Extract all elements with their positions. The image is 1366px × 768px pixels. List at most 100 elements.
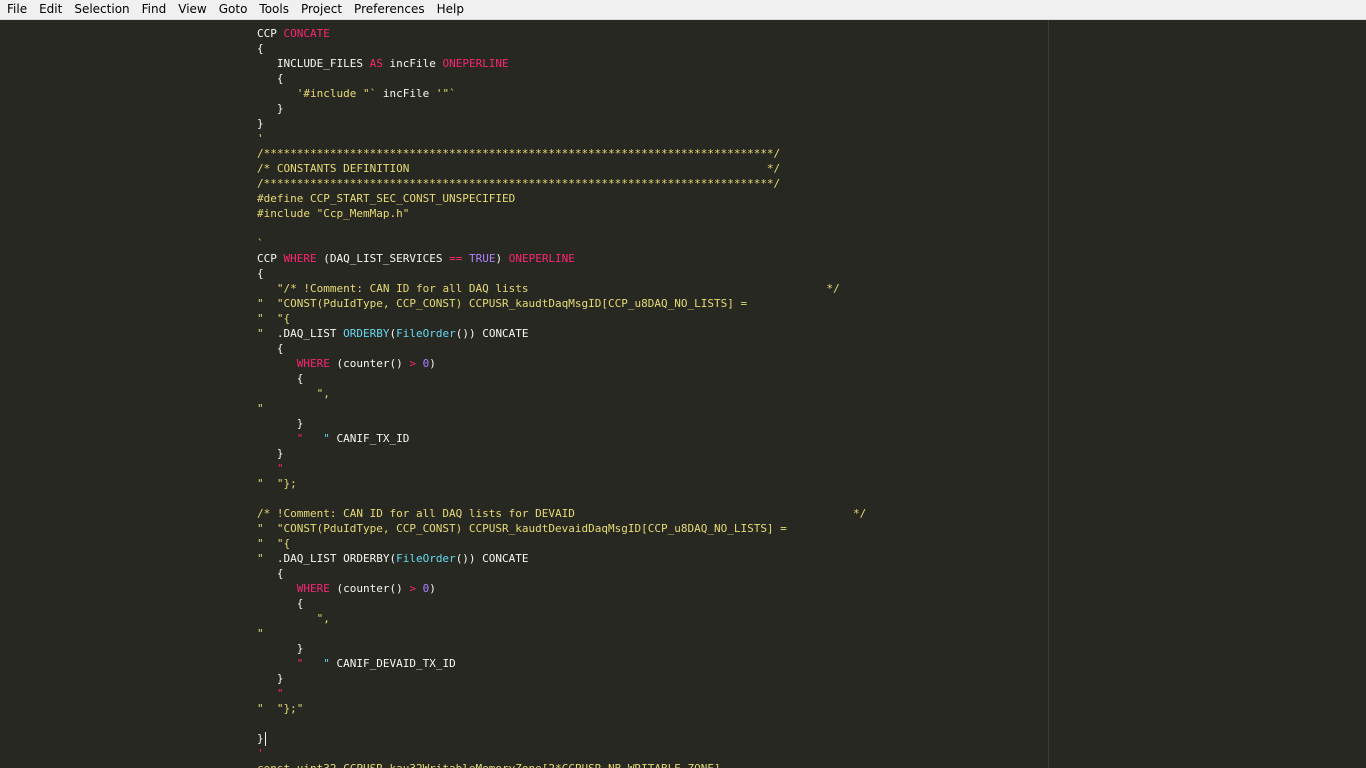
code-line[interactable]: { bbox=[257, 341, 866, 356]
code-line[interactable]: { bbox=[257, 266, 866, 281]
menu-goto[interactable]: Goto bbox=[213, 0, 254, 19]
code-token: AS bbox=[369, 57, 383, 70]
menu-edit[interactable]: Edit bbox=[33, 0, 68, 19]
code-line[interactable]: /***************************************… bbox=[257, 146, 866, 161]
code-token: " "{ bbox=[257, 537, 291, 550]
code-token: " "}; bbox=[257, 477, 297, 490]
code-token: (DAQ_LIST_SERVICES bbox=[316, 252, 450, 265]
code-line[interactable]: /***************************************… bbox=[257, 176, 866, 191]
menu-preferences[interactable]: Preferences bbox=[348, 0, 431, 19]
code-token: } bbox=[257, 732, 264, 745]
code-line[interactable]: " "};" bbox=[257, 701, 866, 716]
code-token: " "{ bbox=[257, 312, 291, 325]
menu-file[interactable]: File bbox=[0, 0, 33, 19]
code-token: { bbox=[257, 42, 264, 55]
code-line[interactable]: { bbox=[257, 371, 866, 386]
code-token: ) bbox=[429, 582, 436, 595]
code-line[interactable]: { bbox=[257, 41, 866, 56]
code-token: TRUE bbox=[468, 252, 496, 265]
code-line[interactable]: { bbox=[257, 566, 866, 581]
menu-selection[interactable]: Selection bbox=[68, 0, 135, 19]
code-line[interactable]: CCP WHERE (DAQ_LIST_SERVICES == TRUE) ON… bbox=[257, 251, 866, 266]
code-line[interactable]: " "CONST(PduIdType, CCP_CONST) CCPUSR_ka… bbox=[257, 521, 866, 536]
code-token: " bbox=[323, 657, 330, 670]
code-text[interactable]: CCP CONCATE{ INCLUDE_FILES AS incFile ON… bbox=[257, 26, 866, 768]
code-line[interactable]: /* !Comment: CAN ID for all DAQ lists fo… bbox=[257, 506, 866, 521]
menu-view[interactable]: View bbox=[172, 0, 212, 19]
code-line[interactable]: } bbox=[257, 101, 866, 116]
code-line[interactable]: " "{ bbox=[257, 536, 866, 551]
code-token: " bbox=[257, 552, 264, 565]
code-line[interactable]: "/* !Comment: CAN ID for all DAQ lists *… bbox=[257, 281, 866, 296]
code-line[interactable]: ", bbox=[257, 386, 866, 401]
code-line[interactable]: { bbox=[257, 71, 866, 86]
code-token: ' bbox=[257, 132, 264, 145]
code-line[interactable]: { bbox=[257, 596, 866, 611]
code-line[interactable]: WHERE (counter() > 0) bbox=[257, 356, 866, 371]
code-token: " bbox=[276, 687, 284, 700]
code-line[interactable]: const uint32 CCPUSR_kau32WritableMemoryZ… bbox=[257, 761, 866, 768]
code-line[interactable]: /* CONSTANTS DEFINITION */ bbox=[257, 161, 866, 176]
code-line[interactable] bbox=[257, 221, 866, 236]
code-line[interactable]: } bbox=[257, 446, 866, 461]
code-line[interactable] bbox=[257, 716, 866, 731]
code-token: '"` bbox=[435, 87, 456, 100]
code-line[interactable]: " bbox=[257, 461, 866, 476]
code-token: CANIF_TX_ID bbox=[329, 432, 410, 445]
code-line[interactable]: " "{ bbox=[257, 311, 866, 326]
code-token: " "};" bbox=[257, 702, 304, 715]
code-token: } bbox=[257, 102, 284, 115]
code-token: /***************************************… bbox=[257, 147, 781, 160]
code-token: incFile bbox=[382, 57, 443, 70]
code-token: ()) CONCATE bbox=[455, 552, 529, 565]
code-line[interactable]: " bbox=[257, 686, 866, 701]
code-line[interactable]: " " CANIF_TX_ID bbox=[257, 431, 866, 446]
code-line[interactable]: " .DAQ_LIST ORDERBY(FileOrder()) CONCATE bbox=[257, 326, 866, 341]
code-line[interactable]: } bbox=[257, 641, 866, 656]
code-line[interactable]: " bbox=[257, 626, 866, 641]
code-line[interactable]: ' bbox=[257, 131, 866, 146]
code-line[interactable]: " "}; bbox=[257, 476, 866, 491]
code-token: " "CONST(PduIdType, CCP_CONST) CCPUSR_ka… bbox=[257, 297, 748, 310]
code-token: #include "Ccp_MemMap.h" bbox=[257, 207, 410, 220]
menu-help[interactable]: Help bbox=[431, 0, 470, 19]
code-line[interactable] bbox=[257, 491, 866, 506]
code-line[interactable]: } bbox=[257, 671, 866, 686]
code-line[interactable]: INCLUDE_FILES AS incFile ONEPERLINE bbox=[257, 56, 866, 71]
code-line[interactable]: " bbox=[257, 401, 866, 416]
code-line[interactable]: " .DAQ_LIST ORDERBY(FileOrder()) CONCATE bbox=[257, 551, 866, 566]
code-token: > bbox=[409, 582, 416, 595]
code-line[interactable]: ", bbox=[257, 611, 866, 626]
code-line[interactable]: } bbox=[257, 116, 866, 131]
code-token: FileOrder bbox=[396, 552, 456, 565]
code-token: ONEPERLINE bbox=[442, 57, 509, 70]
code-editor[interactable]: CCP CONCATE{ INCLUDE_FILES AS incFile ON… bbox=[0, 20, 1366, 768]
code-token: } bbox=[257, 117, 264, 130]
menu-find[interactable]: Find bbox=[136, 0, 173, 19]
code-token: " bbox=[276, 462, 284, 475]
text-cursor bbox=[264, 732, 266, 746]
code-line[interactable]: ` bbox=[257, 236, 866, 251]
code-line[interactable]: #define CCP_START_SEC_CONST_UNSPECIFIED bbox=[257, 191, 866, 206]
code-line[interactable]: ' bbox=[257, 746, 866, 761]
code-token: incFile bbox=[376, 87, 436, 100]
menu-project[interactable]: Project bbox=[295, 0, 348, 19]
menu-tools[interactable]: Tools bbox=[253, 0, 295, 19]
code-token: { bbox=[257, 342, 284, 355]
code-token: ) bbox=[495, 252, 509, 265]
code-line[interactable]: #include "Ccp_MemMap.h" bbox=[257, 206, 866, 221]
code-line[interactable]: } bbox=[257, 416, 866, 431]
code-line[interactable]: CCP CONCATE bbox=[257, 26, 866, 41]
code-line[interactable]: } bbox=[257, 731, 866, 746]
code-line[interactable]: " " CANIF_DEVAID_TX_ID bbox=[257, 656, 866, 671]
code-line[interactable]: '#include "` incFile '"` bbox=[257, 86, 866, 101]
code-line[interactable]: " "CONST(PduIdType, CCP_CONST) CCPUSR_ka… bbox=[257, 296, 866, 311]
code-line[interactable]: WHERE (counter() > 0) bbox=[257, 581, 866, 596]
